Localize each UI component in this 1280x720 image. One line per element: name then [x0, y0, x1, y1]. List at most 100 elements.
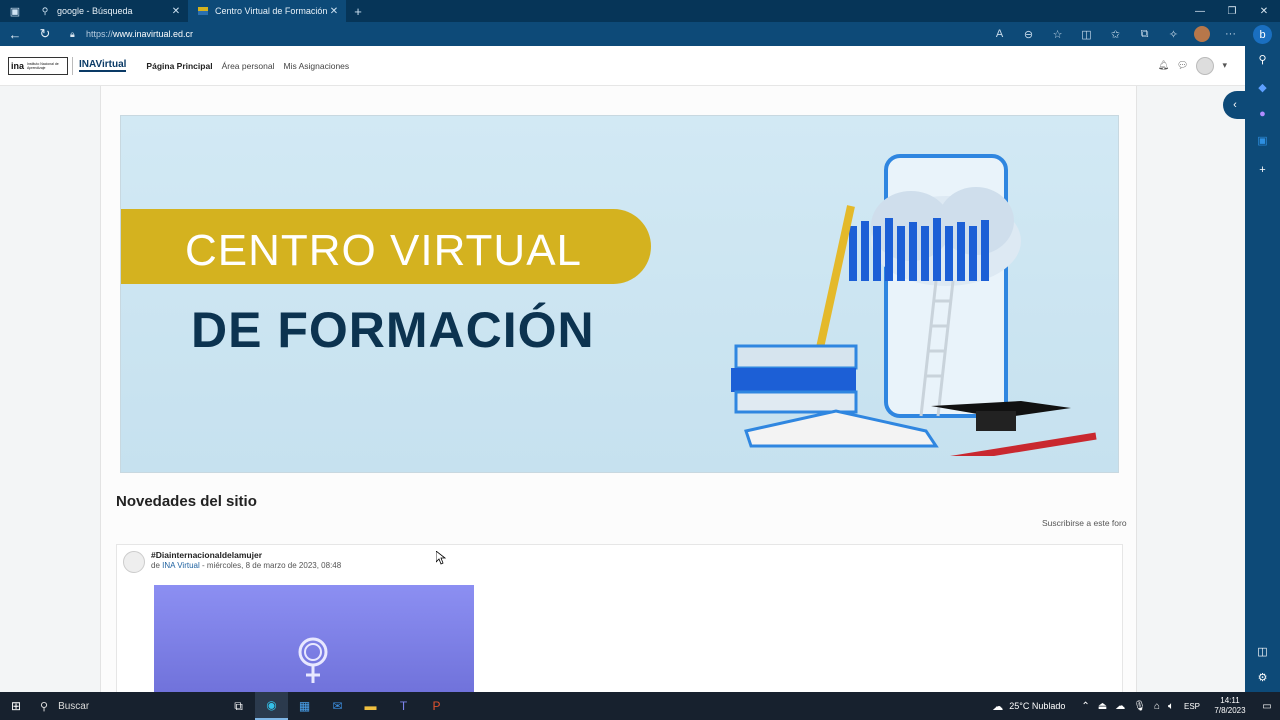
search-icon: ⚲: [41, 5, 49, 16]
banner-title-line2: DE FORMACIÓN: [191, 302, 595, 358]
ina-logo[interactable]: ina Instituto Nacional de Aprendizaje: [8, 56, 68, 75]
main-content: CENTRO VIRTUAL DE FORMACIÓN Novedades de…: [100, 86, 1137, 692]
section-title: Novedades del sitio: [116, 493, 257, 510]
teams-icon[interactable]: T: [387, 692, 420, 720]
back-icon[interactable]: ←: [0, 27, 30, 42]
close-icon[interactable]: ✕: [170, 6, 182, 17]
usb-icon[interactable]: ⏏: [1098, 701, 1107, 712]
favorites-icon[interactable]: ✩: [1101, 28, 1130, 41]
notification-center-icon[interactable]: ▭: [1254, 701, 1280, 712]
url-protocol: https://: [86, 29, 114, 39]
zoom-icon[interactable]: ⊖: [1014, 28, 1043, 41]
task-view-icon[interactable]: ⧉: [222, 692, 255, 720]
split-screen-icon[interactable]: ◫: [1072, 28, 1101, 41]
url-field[interactable]: 🔒︎ https://www.inavirtual.ed.cr: [70, 29, 950, 40]
logo-divider: [72, 56, 73, 75]
file-explorer-icon[interactable]: ▬: [354, 692, 387, 720]
onedrive-icon[interactable]: ☁: [1115, 701, 1125, 712]
edge-browser-icon[interactable]: ◉: [255, 692, 288, 720]
tab-google-search[interactable]: ⚲ google - Búsqueda ✕: [30, 0, 188, 22]
tab-centro-virtual[interactable]: Centro Virtual de Formación - Ina ✕: [188, 0, 346, 22]
add-icon[interactable]: +: [1253, 160, 1272, 179]
post-meta-prefix: de: [151, 561, 163, 570]
minimize-icon[interactable]: —: [1184, 6, 1216, 17]
nav-area-personal[interactable]: Área personal: [222, 61, 275, 71]
search-icon[interactable]: ⚲: [1253, 50, 1272, 69]
read-aloud-icon[interactable]: A: [985, 28, 1014, 40]
powerpoint-icon[interactable]: P: [420, 692, 453, 720]
banner-title-line1: CENTRO VIRTUAL: [185, 226, 583, 275]
chevron-left-icon: ‹: [1233, 99, 1237, 111]
messages-icon[interactable]: 💬︎: [1177, 60, 1188, 71]
close-window-icon[interactable]: ✕: [1248, 6, 1280, 17]
outlook-icon[interactable]: ▣: [1253, 131, 1272, 150]
more-menu-icon[interactable]: ···: [1216, 28, 1245, 40]
settings-gear-icon[interactable]: ⚙: [1253, 668, 1272, 687]
post-author-avatar[interactable]: [123, 551, 145, 573]
microphone-icon[interactable]: 🎙︎: [1133, 701, 1146, 712]
new-tab-button[interactable]: +: [346, 4, 370, 19]
venus-symbol-icon: [298, 637, 328, 683]
chevron-down-icon[interactable]: ▾: [1222, 60, 1227, 71]
sidebar-layout-icon[interactable]: ◫: [1253, 642, 1272, 661]
post-meta: de INA Virtual - miércoles, 8 de marzo d…: [151, 561, 341, 570]
weather-text: 25°C Nublado: [1009, 701, 1066, 711]
clock-time: 14:11: [1220, 696, 1240, 705]
drawer-toggle-button[interactable]: ‹: [1223, 91, 1245, 119]
windows-taskbar: ⊞ ⚲ Buscar ⧉ ◉ ▦ ✉ ▬ T P ☁ 25°C Nublado …: [0, 692, 1280, 720]
hero-banner: CENTRO VIRTUAL DE FORMACIÓN: [120, 115, 1119, 473]
restore-icon[interactable]: ❐: [1216, 6, 1248, 17]
cloud-icon: ☁: [992, 700, 1004, 713]
inavirtual-logo[interactable]: INAVirtual: [79, 59, 127, 72]
favorite-star-icon[interactable]: ☆: [1043, 28, 1072, 41]
system-tray: ⌃ ⏏ ☁ 🎙︎ ⌂ 🔈︎: [1077, 701, 1178, 712]
weather-widget[interactable]: ☁ 25°C Nublado: [992, 700, 1065, 713]
games-icon[interactable]: ●: [1253, 104, 1272, 123]
notifications-bell-icon[interactable]: 🔔︎: [1158, 60, 1169, 71]
clock-date: 7/8/2023: [1214, 706, 1246, 715]
tab-label: Centro Virtual de Formación - Ina: [215, 6, 328, 16]
books-cloud-illustration: [731, 154, 1097, 456]
bing-icon[interactable]: b: [1253, 25, 1272, 44]
toolbar-icons: A ⊖ ☆ ◫ ✩ ⧉ ✧ ···: [985, 26, 1245, 42]
tab-actions-icon[interactable]: ▣: [0, 0, 30, 22]
mouse-cursor-icon: [436, 551, 446, 565]
lock-icon[interactable]: 🔒︎: [70, 29, 86, 40]
profile-avatar[interactable]: [1194, 26, 1210, 42]
browser-tab-strip: ▣ ⚲ google - Búsqueda ✕ Centro Virtual d…: [0, 0, 1280, 22]
site-navbar: ina Instituto Nacional de Aprendizaje IN…: [0, 46, 1245, 86]
tools-icon[interactable]: ◆: [1253, 78, 1272, 97]
search-icon: ⚲: [40, 700, 49, 713]
mail-icon[interactable]: ✉: [321, 692, 354, 720]
nav-mis-asignaciones[interactable]: Mis Asignaciones: [283, 61, 349, 71]
taskbar-search[interactable]: ⚲ Buscar: [32, 692, 222, 720]
volume-icon[interactable]: 🔈︎: [1168, 701, 1174, 712]
extensions-icon[interactable]: ✧: [1159, 28, 1188, 41]
refresh-icon[interactable]: ↻: [30, 26, 60, 42]
input-language[interactable]: ESP: [1184, 702, 1200, 711]
tab-label: google - Búsqueda: [57, 6, 133, 16]
news-post: #Diainternacionaldelamujer de INA Virtua…: [116, 544, 1123, 692]
post-image: [154, 585, 474, 692]
clock[interactable]: 14:11 7/8/2023: [1206, 696, 1254, 716]
collections-icon[interactable]: ⧉: [1130, 28, 1159, 41]
user-menu-avatar[interactable]: [1196, 56, 1215, 75]
subscribe-forum-link[interactable]: Suscribirse a este foro: [1042, 518, 1127, 528]
window-controls: — ❐ ✕: [1184, 6, 1280, 17]
edge-sidebar: b ⚲ ◆ ● ▣ + ◫ ⚙: [1245, 22, 1280, 692]
page-viewport: CENTRO VIRTUAL DE FORMACIÓN Novedades de…: [0, 46, 1245, 692]
taskbar-search-label: Buscar: [58, 700, 90, 712]
address-bar: ← ↻ 🔒︎ https://www.inavirtual.ed.cr A ⊖ …: [0, 22, 1245, 46]
chevron-up-icon[interactable]: ⌃: [1081, 701, 1089, 712]
windows-start-icon[interactable]: ⊞: [0, 699, 32, 713]
nav-pagina-principal[interactable]: Página Principal: [146, 61, 212, 71]
post-author-link[interactable]: INA Virtual: [162, 561, 200, 570]
network-icon[interactable]: ⌂: [1154, 701, 1160, 712]
ina-logo-subtext: Instituto Nacional de Aprendizaje: [27, 61, 59, 70]
close-icon[interactable]: ✕: [328, 6, 340, 17]
url-host: www.inavirtual.ed.cr: [113, 29, 194, 39]
ina-favicon-icon: [198, 6, 208, 16]
ina-logo-text: ina: [11, 60, 25, 71]
navbar-right: 🔔︎ 💬︎ ▾: [1150, 56, 1227, 75]
store-icon[interactable]: ▦: [288, 692, 321, 720]
